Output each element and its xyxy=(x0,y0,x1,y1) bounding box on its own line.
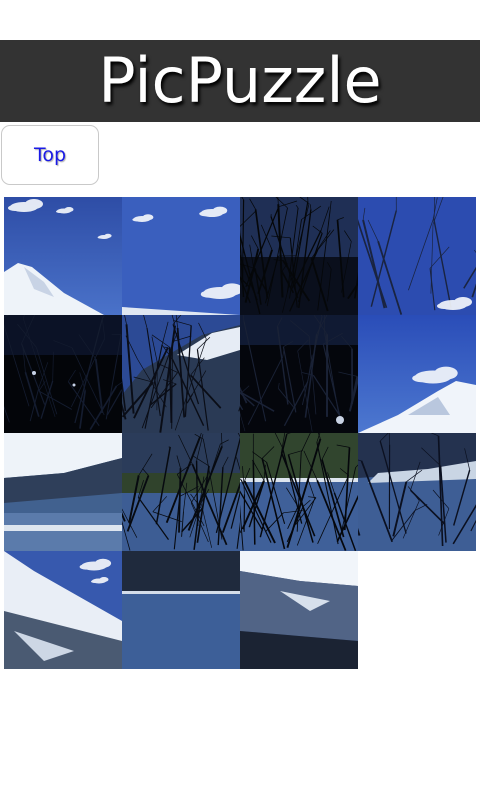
puzzle-tile[interactable] xyxy=(240,551,358,669)
app-screen: PicPuzzle Top xyxy=(0,0,480,800)
puzzle-tile[interactable] xyxy=(4,551,122,669)
puzzle-tile[interactable] xyxy=(4,315,122,433)
puzzle-tile[interactable] xyxy=(240,315,358,433)
puzzle-tile[interactable] xyxy=(122,197,240,315)
puzzle-tile[interactable] xyxy=(122,433,240,551)
top-button[interactable]: Top xyxy=(1,125,99,185)
puzzle-tile[interactable] xyxy=(358,197,476,315)
puzzle-tile[interactable] xyxy=(358,315,476,433)
title-bar: PicPuzzle xyxy=(0,40,480,122)
puzzle-tile[interactable] xyxy=(4,197,122,315)
puzzle-tile[interactable] xyxy=(240,197,358,315)
puzzle-tile[interactable] xyxy=(358,433,476,551)
puzzle-board xyxy=(4,197,476,669)
puzzle-tile[interactable] xyxy=(240,433,358,551)
puzzle-tile[interactable] xyxy=(122,551,240,669)
app-title: PicPuzzle xyxy=(98,44,382,117)
puzzle-tile[interactable] xyxy=(122,315,240,433)
puzzle-tile[interactable] xyxy=(4,433,122,551)
puzzle-empty-slot[interactable] xyxy=(358,551,476,669)
